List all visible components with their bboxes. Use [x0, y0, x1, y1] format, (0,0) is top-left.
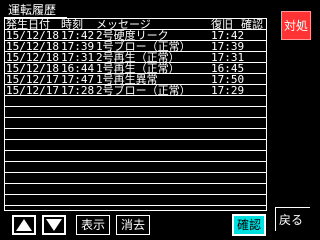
triangle-down-icon [46, 219, 62, 231]
table-row[interactable]: 15/12/17 17:28 2号ブロー（正常） 17:29 [5, 85, 266, 96]
column-header-confirm: 確認 [241, 18, 263, 31]
table-row[interactable] [5, 184, 266, 195]
date-cell: 15/12/17 [6, 84, 59, 97]
clear-button[interactable]: 消去 [116, 215, 150, 235]
table-row[interactable] [5, 96, 266, 107]
table-row[interactable] [5, 151, 266, 162]
action-button[interactable]: 対処 [281, 11, 311, 40]
confirm-button[interactable]: 確認 [232, 214, 266, 236]
history-table: 発生日付 時刻 メッセージ 復旧 確認 15/12/18 17:42 2号硬度リーク… [4, 18, 267, 211]
table-row[interactable] [5, 140, 266, 151]
table-row[interactable] [5, 118, 266, 129]
time-cell: 17:28 [61, 84, 95, 97]
scroll-up-button[interactable] [12, 215, 36, 235]
recovery-cell: 17:29 [211, 84, 245, 97]
table-row[interactable] [5, 173, 266, 184]
back-button[interactable]: 戻る [275, 207, 310, 231]
scroll-down-button[interactable] [42, 215, 66, 235]
table-row[interactable] [5, 195, 266, 206]
triangle-up-icon [16, 219, 32, 231]
message-cell: 2号ブロー（正常） [96, 84, 191, 97]
table-row[interactable] [5, 107, 266, 118]
page-title: 運転履歴 [8, 3, 57, 17]
table-row[interactable] [5, 129, 266, 140]
table-row[interactable] [5, 162, 266, 173]
view-button[interactable]: 表示 [76, 215, 110, 235]
